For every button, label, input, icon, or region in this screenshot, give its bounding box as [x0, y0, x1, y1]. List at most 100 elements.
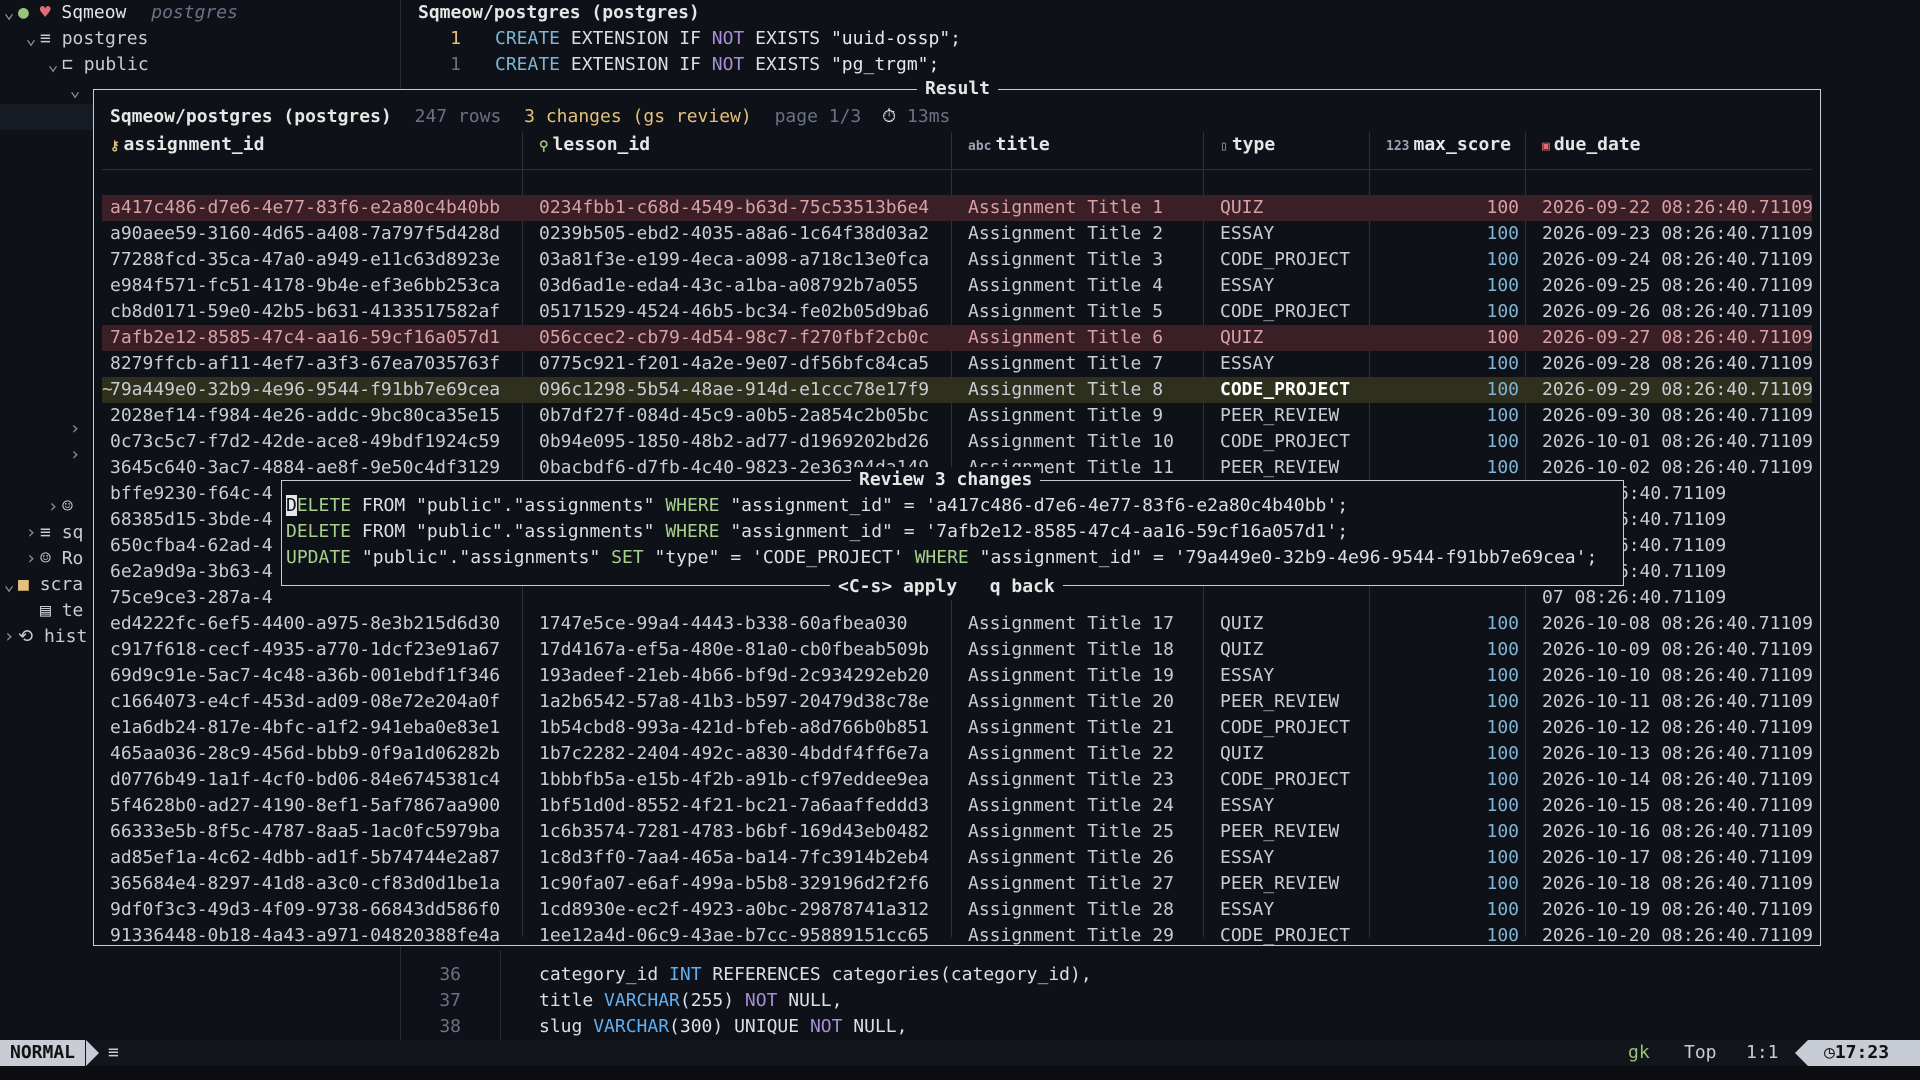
cell-title[interactable]: Assignment Title 25	[968, 819, 1211, 845]
cell-due-date[interactable]: 2026-10-01 08:26:40.71109	[1542, 429, 1812, 455]
review-footer-keys[interactable]: <C-s> apply q back	[830, 574, 1063, 600]
cell-type[interactable]: CODE_PROJECT	[1220, 377, 1377, 403]
cell-max-score[interactable]: 100	[1386, 689, 1519, 715]
cell-lesson-id[interactable]: 193adeef-21eb-4b66-bf9d-2c934292eb20	[539, 663, 959, 689]
review-statement[interactable]: DELETE FROM "public"."assignments" WHERE…	[286, 493, 1348, 519]
code-line[interactable]: CREATE EXTENSION IF NOT EXISTS "uuid-oss…	[495, 26, 961, 52]
tree-collapsed-node[interactable]: ›	[66, 442, 84, 468]
cell-type[interactable]: QUIZ	[1220, 637, 1377, 663]
cell-max-score[interactable]: 100	[1386, 793, 1519, 819]
cell-due-date[interactable]: 2026-09-22 08:26:40.71109	[1542, 195, 1812, 221]
cell-title[interactable]: Assignment Title 27	[968, 871, 1211, 897]
tree-database[interactable]: ⌄ ≡ postgres	[22, 26, 149, 52]
column-header[interactable]: abc title	[968, 132, 1050, 158]
cell-lesson-id[interactable]: 1b7c2282-2404-492c-a830-4bddf4ff6e7a	[539, 741, 959, 767]
cell-type[interactable]: CODE_PROJECT	[1220, 923, 1377, 949]
tree-selected-row[interactable]	[0, 104, 93, 130]
cell-due-date[interactable]: 2026-10-02 08:26:40.71109	[1542, 455, 1812, 481]
cell-assignment-id[interactable]: 8279ffcb-af11-4ef7-a3f3-67ea7035763f	[110, 351, 530, 377]
cell-type[interactable]: PEER_REVIEW	[1220, 403, 1377, 429]
cell-lesson-id[interactable]: 1c6b3574-7281-4783-b6bf-169d43eb0482	[539, 819, 959, 845]
cell-due-date[interactable]: 2026-10-11 08:26:40.71109	[1542, 689, 1812, 715]
cell-type[interactable]: ESSAY	[1220, 351, 1377, 377]
table-row[interactable]: 365684e4-8297-41d8-a3c0-cf83d0d1be1a 1c90…	[102, 871, 1812, 897]
cell-max-score[interactable]: 100	[1386, 897, 1519, 923]
cell-due-date[interactable]: 2026-09-24 08:26:40.71109	[1542, 247, 1812, 273]
cell-max-score[interactable]: 100	[1386, 819, 1519, 845]
cell-type[interactable]: ESSAY	[1220, 897, 1377, 923]
table-row[interactable]: ad85ef1a-4c62-4dbb-ad1f-5b74744e2a87 1c8d…	[102, 845, 1812, 871]
cell-type[interactable]: ESSAY	[1220, 273, 1377, 299]
cell-title[interactable]: Assignment Title 19	[968, 663, 1211, 689]
cell-max-score[interactable]: 100	[1386, 195, 1519, 221]
cell-max-score[interactable]: 100	[1386, 221, 1519, 247]
cell-max-score[interactable]: 100	[1386, 299, 1519, 325]
cell-lesson-id[interactable]: 0b94e095-1850-48b2-ad77-d1969202bd26	[539, 429, 959, 455]
cell-type[interactable]: CODE_PROJECT	[1220, 247, 1377, 273]
cell-type[interactable]: PEER_REVIEW	[1220, 819, 1377, 845]
cell-assignment-id[interactable]: cb8d0171-59e0-42b5-b631-4133517582af	[110, 299, 530, 325]
cell-title[interactable]: Assignment Title 9	[968, 403, 1211, 429]
cell-max-score[interactable]: 100	[1386, 923, 1519, 949]
cell-lesson-id[interactable]: 1c90fa07-e6af-499a-b5b8-329196d2f2f6	[539, 871, 959, 897]
column-header[interactable]: ▯ type	[1220, 132, 1275, 158]
cell-assignment-id[interactable]: 69d9c91e-5ac7-4c48-a36b-001ebdf1f346	[110, 663, 530, 689]
cell-type[interactable]: CODE_PROJECT	[1220, 715, 1377, 741]
cell-title[interactable]: Assignment Title 1	[968, 195, 1211, 221]
cell-type[interactable]: CODE_PROJECT	[1220, 429, 1377, 455]
cell-type[interactable]: QUIZ	[1220, 741, 1377, 767]
column-header[interactable]: ▣ due_date	[1542, 132, 1641, 158]
cell-lesson-id[interactable]: 0b7df27f-084d-45c9-a0b5-2a854c2b05bc	[539, 403, 959, 429]
cell-type[interactable]: QUIZ	[1220, 611, 1377, 637]
tree-collapsed-node[interactable]: ›	[66, 416, 84, 442]
cell-max-score[interactable]: 100	[1386, 325, 1519, 351]
cell-due-date[interactable]: 2026-10-15 08:26:40.71109	[1542, 793, 1812, 819]
cell-lesson-id[interactable]: 1c8d3ff0-7aa4-465a-ba14-7fc3914b2eb4	[539, 845, 959, 871]
table-row[interactable]: 465aa036-28c9-456d-bbb9-0f9a1d06282b 1b7c…	[102, 741, 1812, 767]
cell-due-date[interactable]: 2026-09-29 08:26:40.71109	[1542, 377, 1812, 403]
cell-assignment-id[interactable]: a417c486-d7e6-4e77-83f6-e2a80c4b40bb	[110, 195, 530, 221]
tree-file-node[interactable]: ▤ te	[40, 598, 83, 624]
code-line[interactable]: title VARCHAR(255) NOT NULL,	[539, 988, 842, 1014]
cell-assignment-id[interactable]: c1664073-e4cf-453d-ad09-08e72e204a0f	[110, 689, 530, 715]
cell-lesson-id[interactable]: 05171529-4524-46b5-bc34-fe02b05d9ba6	[539, 299, 959, 325]
cell-due-date[interactable]: 2026-09-30 08:26:40.71109	[1542, 403, 1812, 429]
table-row[interactable]: 8279ffcb-af11-4ef7-a3f3-67ea7035763f 0775…	[102, 351, 1812, 377]
cell-lesson-id[interactable]: 03a81f3e-e199-4eca-a098-a718c13e0fca	[539, 247, 959, 273]
cell-lesson-id[interactable]: 03d6ad1e-eda4-43c-a1ba-a08792b7a055	[539, 273, 959, 299]
table-row[interactable]: 77288fcd-35ca-47a0-a949-e11c63d8923e 03a8…	[102, 247, 1812, 273]
cell-due-date[interactable]: 2026-10-16 08:26:40.71109	[1542, 819, 1812, 845]
cell-type[interactable]: ESSAY	[1220, 845, 1377, 871]
cell-assignment-id[interactable]: 3645c640-3ac7-4884-ae8f-9e50c4df3129	[110, 455, 530, 481]
column-header[interactable]: 123 max_score	[1386, 132, 1511, 158]
table-row[interactable]: 5f4628b0-ad27-4190-8ef1-5af7867aa900 1bf5…	[102, 793, 1812, 819]
review-statement[interactable]: UPDATE "public"."assignments" SET "type"…	[286, 545, 1597, 571]
cell-type[interactable]: PEER_REVIEW	[1220, 455, 1377, 481]
table-row[interactable]: 9df0f3c3-49d3-4f09-9738-66843dd586f0 1cd8…	[102, 897, 1812, 923]
cell-title[interactable]: Assignment Title 2	[968, 221, 1211, 247]
cell-max-score[interactable]: 100	[1386, 845, 1519, 871]
cell-due-date[interactable]: 2026-10-08 08:26:40.71109	[1542, 611, 1812, 637]
cell-type[interactable]: PEER_REVIEW	[1220, 689, 1377, 715]
tree-sq-node[interactable]: › ≡ sq	[22, 520, 84, 546]
cell-type[interactable]: QUIZ	[1220, 325, 1377, 351]
table-row[interactable]: 91336448-0b18-4a43-a971-04820388fe4a 1ee1…	[102, 923, 1812, 949]
cell-type[interactable]: CODE_PROJECT	[1220, 767, 1377, 793]
tree-schema[interactable]: ⌄ ⊏ public	[44, 52, 149, 78]
cell-lesson-id[interactable]: 1bbbfb5a-e15b-4f2b-a91b-cf97eddee9ea	[539, 767, 959, 793]
cell-title[interactable]: Assignment Title 20	[968, 689, 1211, 715]
cell-max-score[interactable]: 100	[1386, 429, 1519, 455]
table-row[interactable]: a417c486-d7e6-4e77-83f6-e2a80c4b40bb 0234…	[102, 195, 1812, 221]
cell-lesson-id[interactable]: 056ccec2-cb79-4d54-98c7-f270fbf2cb0c	[539, 325, 959, 351]
table-row[interactable]: e1a6db24-817e-4bfc-a1f2-941eba0e83e1 1b54…	[102, 715, 1812, 741]
cell-lesson-id[interactable]: 1bf51d0d-8552-4f21-bc21-7a6aaffeddd3	[539, 793, 959, 819]
cell-max-score[interactable]: 100	[1386, 273, 1519, 299]
cell-lesson-id[interactable]: 17d4167a-ef5a-480e-81a0-cb0fbeab509b	[539, 637, 959, 663]
cell-max-score[interactable]: 100	[1386, 247, 1519, 273]
table-row[interactable]: d0776b49-1a1f-4cf0-bd06-84e6745381c4 1bbb…	[102, 767, 1812, 793]
cell-assignment-id[interactable]: 66333e5b-8f5c-4787-8aa5-1ac0fc5979ba	[110, 819, 530, 845]
cell-max-score[interactable]: 100	[1386, 403, 1519, 429]
table-row[interactable]: ed4222fc-6ef5-4400-a975-8e3b215d6d30 1747…	[102, 611, 1812, 637]
cell-due-date[interactable]: 2026-10-10 08:26:40.71109	[1542, 663, 1812, 689]
cell-assignment-id[interactable]: 5f4628b0-ad27-4190-8ef1-5af7867aa900	[110, 793, 530, 819]
